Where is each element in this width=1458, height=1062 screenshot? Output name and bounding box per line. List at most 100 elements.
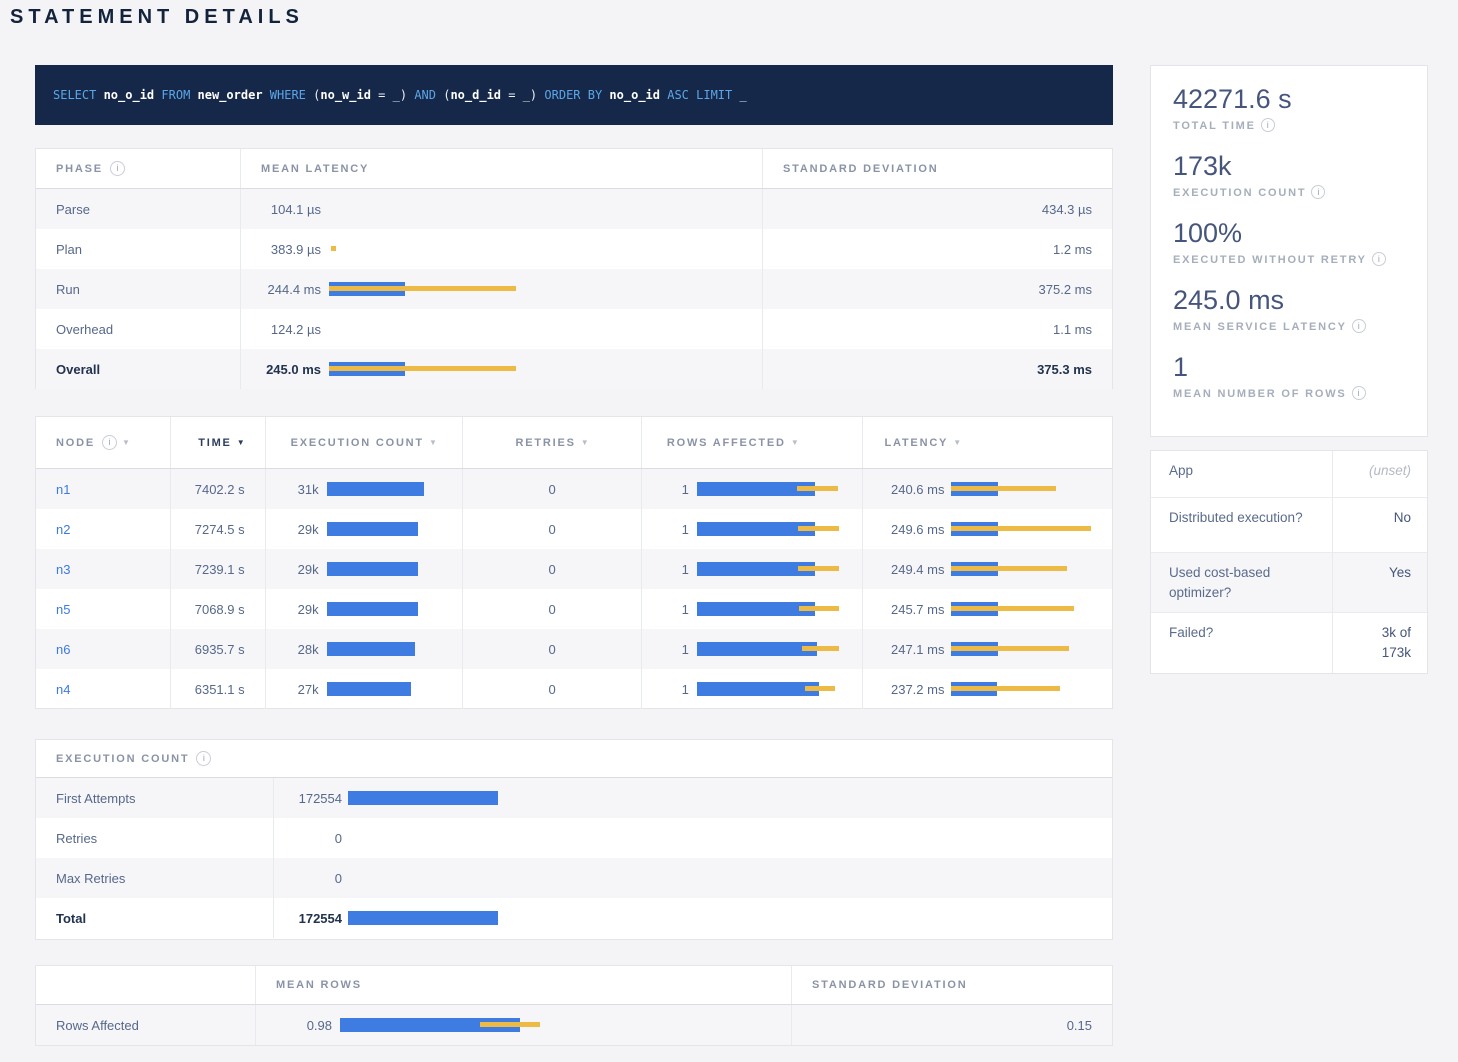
mean-latency-cell: 104.1 µs xyxy=(241,189,763,229)
info-icon[interactable]: i xyxy=(196,751,211,766)
execution-count-header: EXECUTION COUNT i xyxy=(36,740,1112,778)
row-label: Rows Affected xyxy=(36,1005,256,1045)
retries-cell: 0 xyxy=(463,469,642,509)
phase-label: Overall xyxy=(36,349,241,389)
attribute-label: Used cost-based optimizer? xyxy=(1151,553,1333,612)
execution-count-column-header[interactable]: EXECUTION COUNT ▼ xyxy=(266,417,464,468)
count-cell: 172554 xyxy=(274,791,1112,806)
row-label: Retries xyxy=(36,818,274,858)
node-column-header[interactable]: NODE i ▼ xyxy=(36,417,171,468)
sort-caret-icon: ▼ xyxy=(791,438,799,447)
std-dev-header-cell: STANDARD DEVIATION xyxy=(763,163,1112,175)
rows-affected-cell: 1 xyxy=(642,629,864,669)
row-label: Max Retries xyxy=(36,858,274,898)
rows-affected-bar xyxy=(697,682,698,696)
node-link[interactable]: n4 xyxy=(56,682,70,697)
count-bar xyxy=(348,911,349,925)
sql-keyword: AND xyxy=(414,88,443,102)
latency-cell: 247.1 ms xyxy=(863,629,1112,669)
sql-keyword: ASC LIMIT xyxy=(667,88,739,102)
execution-count-bar xyxy=(327,562,328,576)
execution-count-bar xyxy=(327,482,328,496)
stat-value: 100% xyxy=(1173,216,1405,250)
node-row: n6 6935.7 s 28k 0 1 247.1 ms xyxy=(36,629,1112,669)
execution-count-cell: 29k xyxy=(266,549,464,589)
statement-details-page: STATEMENT DETAILS SELECT no_o_id FROM ne… xyxy=(0,0,1458,1062)
info-icon[interactable]: i xyxy=(1311,185,1325,199)
phase-row-parse: Parse 104.1 µs 434.3 µs xyxy=(36,189,1112,229)
latency-bar xyxy=(951,482,952,496)
stat-label: TOTAL TIMEi xyxy=(1173,118,1405,134)
sort-caret-icon: ▼ xyxy=(122,438,130,447)
rows-affected-bar xyxy=(697,562,698,576)
sql-keyword: FROM xyxy=(161,88,197,102)
stat-label: EXECUTED WITHOUT RETRYi xyxy=(1173,252,1405,268)
time-cell: 7239.1 s xyxy=(171,549,266,589)
rows-affected-column-header[interactable]: ROWS AFFECTED ▼ xyxy=(642,417,864,468)
retries-cell: 0 xyxy=(463,629,642,669)
latency-bar xyxy=(329,322,330,336)
phase-row-overhead: Overhead 124.2 µs 1.1 ms xyxy=(36,309,1112,349)
rows-affected-bar xyxy=(697,602,698,616)
node-link[interactable]: n5 xyxy=(56,602,70,617)
phase-row-plan: Plan 383.9 µs 1.2 ms xyxy=(36,229,1112,269)
execution-count-row: Max Retries 0 xyxy=(36,858,1112,898)
latency-cell: 249.4 ms xyxy=(863,549,1112,589)
node-link[interactable]: n3 xyxy=(56,562,70,577)
attribute-label: App xyxy=(1151,451,1333,497)
node-link[interactable]: n2 xyxy=(56,522,70,537)
count-bar xyxy=(348,831,349,845)
latency-column-header[interactable]: LATENCY ▼ xyxy=(863,417,1112,468)
node-row: n5 7068.9 s 29k 0 1 245.7 ms xyxy=(36,589,1112,629)
execution-count-bar xyxy=(327,642,328,656)
attribute-row-failed: Failed? 3k of 173k xyxy=(1151,613,1427,673)
time-cell: 7274.5 s xyxy=(171,509,266,549)
node-row: n2 7274.5 s 29k 0 1 249.6 ms xyxy=(36,509,1112,549)
phase-row-overall: Overall 245.0 ms 375.3 ms xyxy=(36,349,1112,389)
time-column-header[interactable]: TIME ▼ xyxy=(171,417,266,468)
execution-count-cell: 29k xyxy=(266,589,464,629)
stat-label: EXECUTION COUNTi xyxy=(1173,185,1405,201)
phase-row-run: Run 244.4 ms 375.2 ms xyxy=(36,269,1112,309)
sql-identifier: new_order xyxy=(198,88,263,102)
info-icon[interactable]: i xyxy=(1352,386,1366,400)
info-icon[interactable]: i xyxy=(1261,118,1275,132)
node-row: n4 6351.1 s 27k 0 1 237.2 ms xyxy=(36,669,1112,709)
info-icon[interactable]: i xyxy=(1352,319,1366,333)
main-content: SELECT no_o_id FROM new_order WHERE (no_… xyxy=(35,65,1113,1046)
latency-bar xyxy=(951,602,952,616)
sort-caret-icon: ▼ xyxy=(581,438,589,447)
retries-cell: 0 xyxy=(463,589,642,629)
sql-text xyxy=(154,88,161,102)
attribute-row-optimizer: Used cost-based optimizer? Yes xyxy=(1151,553,1427,613)
rows-affected-cell: 1 xyxy=(642,589,864,629)
node-table-header: NODE i ▼ TIME ▼ EXECUTION COUNT ▼ RETRIE… xyxy=(36,417,1112,469)
info-icon[interactable]: i xyxy=(102,435,117,450)
node-link[interactable]: n6 xyxy=(56,642,70,657)
std-dev-cell: 375.3 ms xyxy=(763,362,1112,377)
std-dev-cell: 1.2 ms xyxy=(763,242,1112,257)
latency-cell: 249.6 ms xyxy=(863,509,1112,549)
stat-value: 42271.6 s xyxy=(1173,82,1405,116)
rows-affected-bar xyxy=(697,642,698,656)
attribute-value: Yes xyxy=(1333,553,1427,612)
attribute-row-distributed: Distributed execution? No xyxy=(1151,498,1427,553)
attribute-label: Failed? xyxy=(1151,613,1333,673)
count-bar xyxy=(348,791,349,805)
node-link[interactable]: n1 xyxy=(56,482,70,497)
execution-count-row-total: Total 172554 xyxy=(36,898,1112,938)
info-icon[interactable]: i xyxy=(110,161,125,176)
info-icon[interactable]: i xyxy=(1372,252,1386,266)
retries-column-header[interactable]: RETRIES ▼ xyxy=(463,417,642,468)
count-bar xyxy=(348,871,349,885)
std-dev-cell: 0.15 xyxy=(792,1018,1112,1033)
sql-identifier: no_o_id xyxy=(609,88,660,102)
std-dev-header-cell: STANDARD DEVIATION xyxy=(792,979,1112,991)
time-cell: 6351.1 s xyxy=(171,669,266,709)
summary-stats-panel: 42271.6 s TOTAL TIMEi 173k EXECUTION COU… xyxy=(1150,65,1428,437)
rows-affected-cell: 1 xyxy=(642,509,864,549)
attribute-row-app: App (unset) xyxy=(1151,451,1427,498)
phase-header-cell: PHASE i xyxy=(36,149,241,188)
stat-executed-without-retry: 100% EXECUTED WITHOUT RETRYi xyxy=(1173,216,1405,268)
latency-bar xyxy=(329,362,330,376)
